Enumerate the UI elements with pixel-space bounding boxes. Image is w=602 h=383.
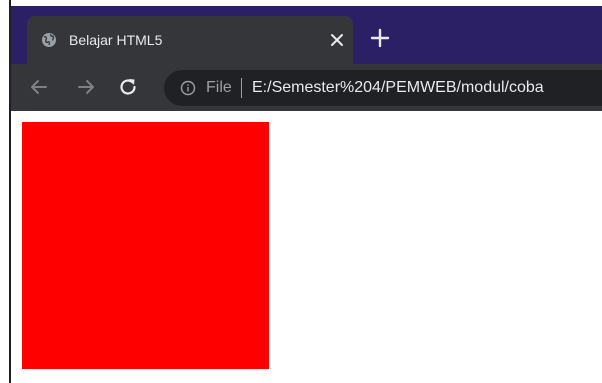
- plus-icon[interactable]: [368, 26, 392, 50]
- red-box: [22, 122, 269, 369]
- arrow-left-icon[interactable]: [28, 76, 50, 98]
- url-text[interactable]: E:/Semester%204/PEMWEB/modul/coba: [252, 78, 544, 98]
- reload-icon[interactable]: [117, 76, 139, 98]
- browser-window: Belajar HTML5 File E:/Semester%204/PEMWE…: [0, 0, 602, 383]
- page-viewport: [11, 111, 602, 383]
- info-icon[interactable]: [180, 80, 196, 96]
- tab-bar: Belajar HTML5: [11, 6, 602, 64]
- left-margin: [0, 0, 9, 383]
- address-separator: [241, 78, 242, 98]
- tab-belajar-html5[interactable]: Belajar HTML5: [27, 16, 353, 64]
- toolbar: File E:/Semester%204/PEMWEB/modul/coba: [11, 64, 602, 111]
- arrow-right-icon[interactable]: [75, 76, 97, 98]
- scheme-label: File: [206, 79, 232, 96]
- close-icon[interactable]: [327, 30, 347, 50]
- tab-title: Belajar HTML5: [69, 32, 163, 48]
- address-bar[interactable]: File E:/Semester%204/PEMWEB/modul/coba: [164, 70, 602, 106]
- globe-icon: [42, 33, 56, 47]
